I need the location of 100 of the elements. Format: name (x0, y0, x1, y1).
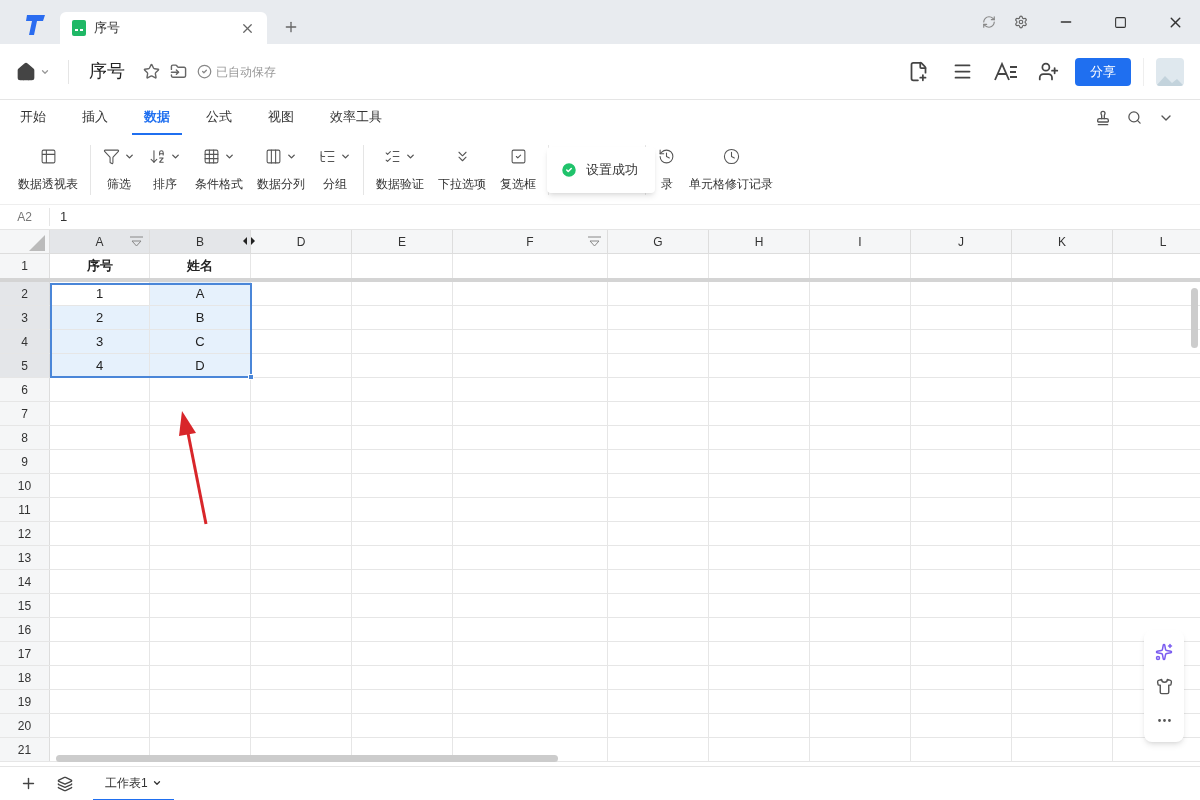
row-header[interactable]: 14 (0, 570, 50, 593)
add-user-icon[interactable] (1038, 61, 1059, 82)
column-header[interactable]: K (1012, 230, 1113, 253)
toolbar-button[interactable]: 筛选 (99, 146, 139, 193)
caret-icon (124, 151, 135, 162)
fill-handle[interactable] (248, 374, 254, 380)
new-tab-icon[interactable] (283, 19, 299, 35)
success-icon (560, 161, 578, 179)
toolbar-button[interactable]: 条件格式 (191, 146, 247, 193)
add-sheet-icon[interactable] (20, 775, 37, 792)
column-header[interactable]: E (352, 230, 453, 253)
share-button[interactable]: 分享 (1075, 57, 1131, 86)
ribbon-tab[interactable]: 开始 (8, 100, 58, 135)
move-folder-icon[interactable] (170, 63, 187, 80)
table-icon (39, 148, 57, 165)
row-header[interactable]: 6 (0, 378, 50, 401)
toolbar-button[interactable]: 排序 (145, 146, 185, 193)
row-header[interactable]: 11 (0, 498, 50, 521)
column-header[interactable]: D (251, 230, 352, 253)
checkbox-icon (509, 148, 527, 165)
history-icon (658, 148, 675, 165)
formula-input[interactable]: 1 (50, 207, 68, 227)
cell-reference[interactable]: A2 (0, 208, 50, 226)
row-header[interactable]: 2 (0, 282, 50, 305)
column-header[interactable]: B (150, 230, 251, 253)
row-header[interactable]: 15 (0, 594, 50, 617)
columns-icon (265, 148, 282, 165)
row-header[interactable]: 5 (0, 354, 50, 377)
toolbar-button[interactable]: 下拉选项 (434, 146, 490, 193)
text-format-icon[interactable] (994, 61, 1018, 82)
home-icon[interactable] (16, 61, 36, 82)
row-header[interactable]: 20 (0, 714, 50, 737)
caret-icon (340, 151, 351, 162)
settings-icon[interactable] (1014, 15, 1028, 29)
sort-icon (149, 148, 166, 165)
star-icon[interactable] (143, 63, 160, 80)
ribbon-tab[interactable]: 视图 (256, 100, 306, 135)
grid-icon (203, 148, 220, 165)
stamp-icon[interactable] (1095, 109, 1111, 126)
spreadsheet-icon (72, 20, 86, 36)
column-header[interactable]: A (50, 230, 150, 253)
clock-icon (722, 148, 740, 165)
toolbar-button[interactable]: 分组 (315, 146, 355, 193)
column-header[interactable]: H (709, 230, 810, 253)
ribbon-tab[interactable]: 插入 (70, 100, 120, 135)
column-header[interactable]: J (911, 230, 1012, 253)
sheet-tab[interactable]: 工作表1 (93, 766, 174, 800)
toast-message: 设置成功 (586, 161, 638, 180)
document-tab[interactable]: 序号 (60, 12, 267, 44)
assistant-icon[interactable] (1155, 642, 1173, 661)
toolbar-button[interactable]: 数据分列 (253, 146, 309, 193)
column-header[interactable]: G (608, 230, 709, 253)
toolbar-button[interactable]: 数据透视表 (14, 146, 82, 193)
column-header[interactable]: L (1113, 230, 1200, 253)
layers-icon[interactable] (57, 775, 73, 792)
toolbar-button[interactable]: 录 (654, 146, 679, 193)
row-header[interactable]: 4 (0, 330, 50, 353)
maximize-icon[interactable] (1114, 15, 1127, 29)
row-header[interactable]: 12 (0, 522, 50, 545)
ribbon-tab[interactable]: 效率工具 (318, 100, 394, 135)
shirt-icon[interactable] (1155, 678, 1173, 695)
row-header[interactable]: 9 (0, 450, 50, 473)
table-cell-text: 序号 (86, 257, 113, 276)
vertical-scrollbar[interactable] (1191, 288, 1198, 348)
search-icon[interactable] (1127, 110, 1142, 125)
row-header[interactable]: 13 (0, 546, 50, 569)
ribbon-tab[interactable]: 公式 (194, 100, 244, 135)
group-icon (319, 148, 336, 165)
row-header[interactable]: 3 (0, 306, 50, 329)
caret-icon (405, 151, 416, 162)
caret-icon (286, 151, 297, 162)
row-header[interactable]: 21 (0, 738, 50, 761)
toolbar-button[interactable]: 数据验证 (372, 146, 428, 193)
save-status: 已自动保存 (216, 63, 276, 81)
sync-icon[interactable] (982, 15, 996, 29)
column-header[interactable]: I (810, 230, 911, 253)
row-header[interactable]: 19 (0, 690, 50, 713)
tab-title: 序号 (94, 19, 121, 38)
table-cell-text: C (195, 332, 205, 351)
row-header[interactable]: 17 (0, 642, 50, 665)
toolbar-button[interactable]: 复选框 (496, 146, 540, 193)
list-check-icon (384, 148, 401, 165)
row-header[interactable]: 8 (0, 426, 50, 449)
table-cell-text: D (195, 356, 205, 375)
app-logo-icon (23, 13, 47, 37)
table-cell-text: B (195, 308, 205, 327)
check-circle-icon (197, 64, 212, 79)
column-header[interactable]: F (453, 230, 608, 253)
row-header[interactable]: 7 (0, 402, 50, 425)
document-title: 序号 (89, 60, 125, 83)
toolbar-button[interactable]: 单元格修订记录 (685, 146, 777, 193)
row-header[interactable]: 18 (0, 666, 50, 689)
ribbon-tab[interactable]: 数据 (132, 100, 182, 135)
row-header[interactable]: 16 (0, 618, 50, 641)
row-header[interactable]: 10 (0, 474, 50, 497)
filter-icon[interactable] (588, 236, 601, 247)
hidden-column-icon[interactable] (243, 237, 255, 245)
row-header[interactable]: 1 (0, 254, 50, 278)
caret-icon (224, 151, 235, 162)
horizontal-scrollbar[interactable] (56, 755, 558, 762)
